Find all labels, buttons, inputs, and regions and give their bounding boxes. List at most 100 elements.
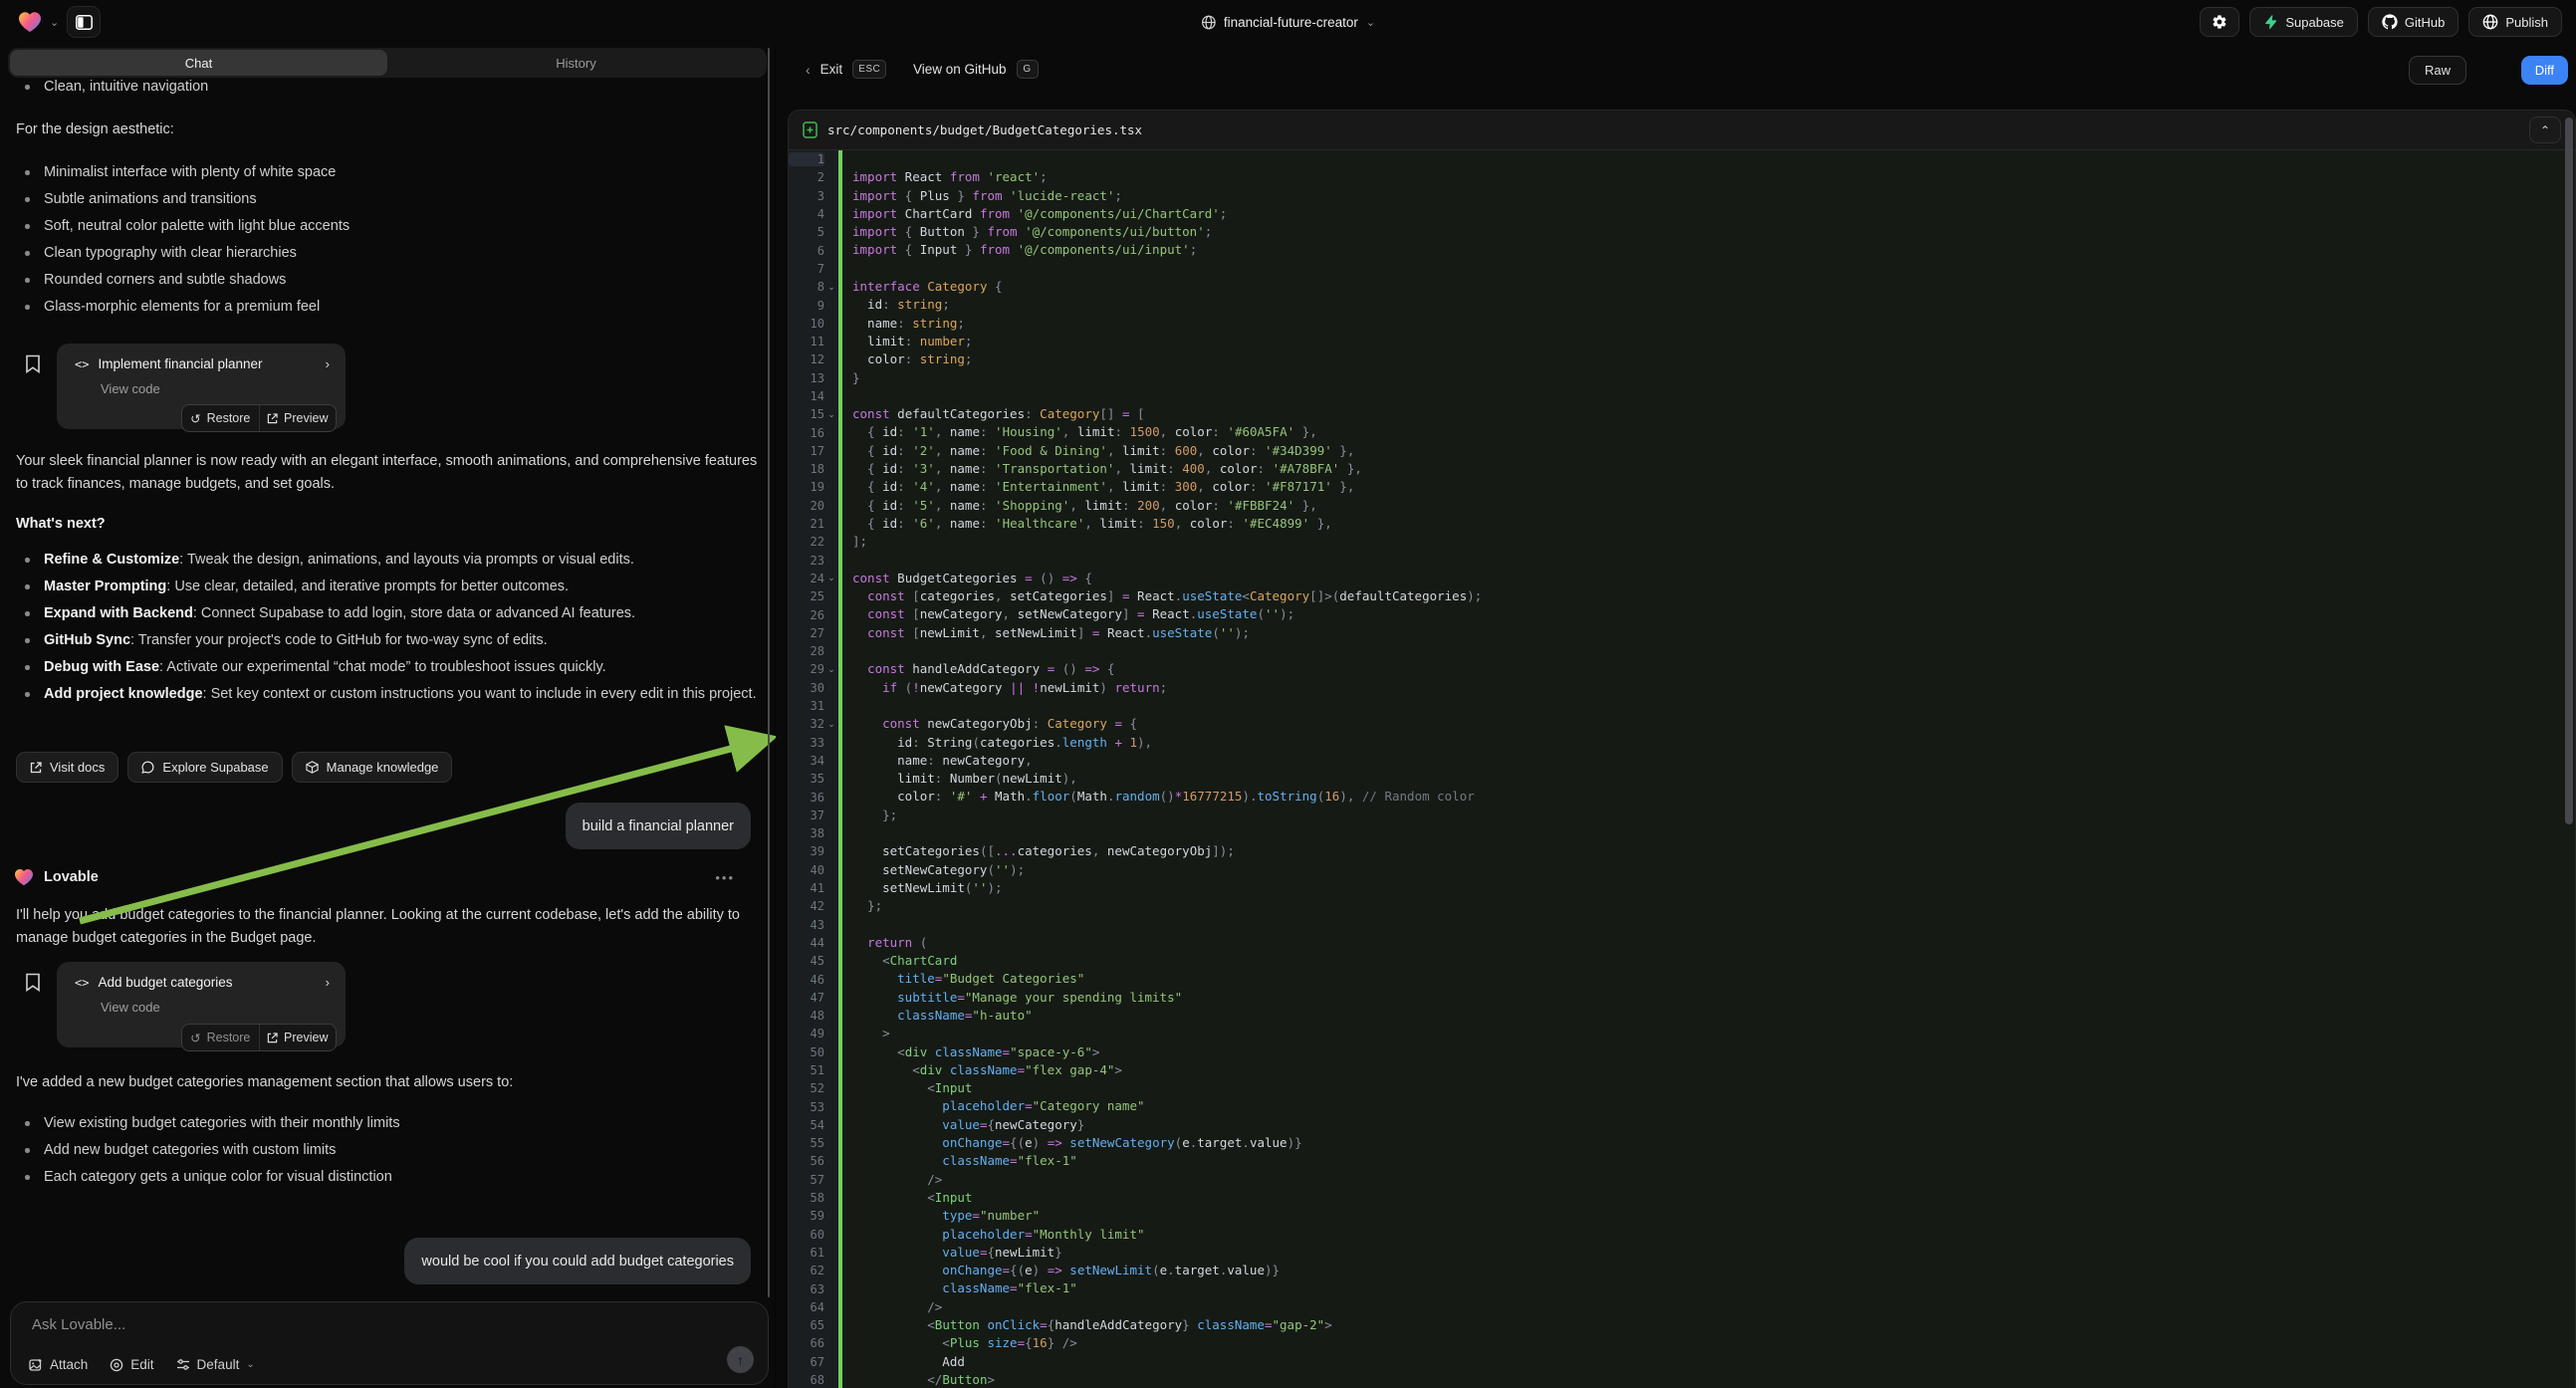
github-icon: [2382, 14, 2398, 30]
code-line: 43: [789, 915, 2575, 933]
code-line: 20 { id: '5', name: 'Shopping', limit: 2…: [789, 497, 2575, 515]
tab-chat[interactable]: Chat: [10, 50, 387, 76]
restore-preview-toolbar: ↺Restore Preview: [181, 1024, 337, 1051]
chat-scrollbar[interactable]: [768, 48, 770, 1297]
code-line: 32⌄ const newCategoryObj: Category = {: [789, 715, 2575, 733]
code-line: 57 />: [789, 1171, 2575, 1189]
code-line: 31: [789, 697, 2575, 715]
added-features-list: View existing budget categories with the…: [16, 1112, 759, 1193]
chat-composer: Attach Edit Default ⌄ ↑: [10, 1301, 769, 1385]
code-line: 49 >: [789, 1025, 2575, 1042]
view-on-github-button[interactable]: View on GitHub G: [913, 60, 1039, 79]
explore-supabase-button[interactable]: Explore Supabase: [127, 752, 282, 783]
code-line: 25 const [categories, setCategories] = R…: [789, 587, 2575, 605]
design-intro-text: For the design aesthetic:: [16, 118, 759, 141]
view-code-link[interactable]: View code: [101, 381, 330, 396]
tab-history[interactable]: History: [387, 50, 765, 76]
restore-icon: ↺: [190, 1031, 200, 1045]
fold-chevron-icon: ⌄: [824, 282, 838, 293]
code-line: 39 setCategories([...categories, newCate…: [789, 842, 2575, 860]
lovable-logo-heart-icon[interactable]: [18, 11, 42, 33]
bookmark-icon[interactable]: [25, 973, 41, 992]
code-view-toolbar: ‹ Exit ESC View on GitHub G Raw Diff: [776, 44, 2576, 106]
scrollback-bullet-list: Clean, intuitive navigation: [16, 76, 759, 103]
chat-input[interactable]: [32, 1316, 629, 1333]
raw-toggle-button[interactable]: Raw: [2409, 56, 2466, 85]
code-line: 19 { id: '4', name: 'Entertainment', lim…: [789, 478, 2575, 496]
code-line: 53 placeholder="Category name": [789, 1097, 2575, 1115]
diff-toggle-button[interactable]: Diff: [2521, 56, 2568, 85]
file-added-icon: [803, 121, 818, 138]
code-line: 46 title="Budget Categories": [789, 970, 2575, 988]
whats-next-heading: What's next?: [16, 516, 106, 532]
code-line: 34 name: newCategory,: [789, 752, 2575, 770]
code-line: 30 if (!newCategory || !newLimit) return…: [789, 679, 2575, 697]
list-item: Master Prompting: Use clear, detailed, a…: [16, 576, 759, 598]
project-switcher[interactable]: financial-future-creator ⌄: [1201, 0, 1375, 44]
code-line: 1: [789, 150, 2575, 168]
code-line: 47 subtitle="Manage your spending limits…: [789, 989, 2575, 1007]
user-message-bubble: would be cool if you could add budget ca…: [404, 1238, 751, 1284]
code-editor-diff[interactable]: 12import React from 'react';3import { Pl…: [789, 150, 2575, 1388]
send-button[interactable]: ↑: [727, 1346, 754, 1373]
external-link-icon: [267, 1033, 278, 1043]
code-line: 16 { id: '1', name: 'Housing', limit: 15…: [789, 423, 2575, 441]
sliders-icon: [176, 1358, 190, 1371]
code-line: 10 name: string;: [789, 315, 2575, 333]
code-line: 64 />: [789, 1298, 2575, 1316]
code-line: 59 type="number": [789, 1207, 2575, 1225]
publish-button[interactable]: Publish: [2468, 7, 2562, 37]
edit-mode-button[interactable]: Edit: [110, 1357, 153, 1372]
manage-knowledge-button[interactable]: Manage knowledge: [292, 752, 453, 783]
code-line: 3import { Plus } from 'lucide-react';: [789, 187, 2575, 205]
project-chevron-down-icon: ⌄: [1366, 16, 1375, 29]
attach-button[interactable]: Attach: [29, 1357, 88, 1372]
code-line: 5import { Button } from '@/components/ui…: [789, 223, 2575, 241]
list-item: Minimalist interface with plenty of whit…: [16, 161, 759, 184]
message-more-menu[interactable]: •••: [715, 870, 735, 885]
preview-button[interactable]: Preview: [259, 1025, 337, 1050]
code-line: 8⌄interface Category {: [789, 278, 2575, 296]
user-message-bubble: build a financial planner: [566, 803, 751, 849]
target-circle-icon: [110, 1358, 123, 1372]
code-line: 58 <Input: [789, 1189, 2575, 1207]
list-item: Refine & Customize: Tweak the design, an…: [16, 549, 759, 572]
exit-button[interactable]: ‹ Exit ESC: [806, 60, 886, 79]
github-button[interactable]: GitHub: [2368, 7, 2459, 37]
project-title: financial-future-creator: [1224, 15, 1358, 30]
bookmark-icon[interactable]: [25, 354, 41, 373]
code-line: 6import { Input } from '@/components/ui/…: [789, 241, 2575, 259]
supabase-button[interactable]: Supabase: [2249, 7, 2358, 37]
gear-icon: [2212, 14, 2227, 30]
whats-next-list: Refine & Customize: Tweak the design, an…: [16, 549, 759, 710]
file-header[interactable]: src/components/budget/BudgetCategories.t…: [789, 111, 2575, 150]
list-item: Glass-morphic elements for a premium fee…: [16, 296, 759, 319]
code-line: 45 <ChartCard: [789, 952, 2575, 970]
code-line: 63 className="flex-1": [789, 1279, 2575, 1297]
collapse-file-button[interactable]: ⌃: [2529, 116, 2561, 143]
view-code-link[interactable]: View code: [101, 1000, 330, 1015]
settings-button[interactable]: [2200, 7, 2239, 37]
code-line: 29⌄ const handleAddCategory = () => {: [789, 660, 2575, 678]
restore-button[interactable]: ↺Restore: [182, 1025, 259, 1050]
assistant-summary-text: Your sleek financial planner is now read…: [16, 450, 759, 496]
list-item: Add project knowledge: Set key context o…: [16, 683, 759, 706]
visit-docs-button[interactable]: Visit docs: [16, 752, 118, 783]
logo-chevron-down-icon[interactable]: ⌄: [50, 16, 59, 29]
code-line: 24⌄const BudgetCategories = () => {: [789, 570, 2575, 587]
assistant-reply-text: I'll help you add budget categories to t…: [16, 904, 759, 950]
design-bullet-list: Minimalist interface with plenty of whit…: [16, 161, 759, 323]
restore-button[interactable]: ↺Restore: [182, 405, 259, 431]
code-line: 17 { id: '2', name: 'Food & Dining', lim…: [789, 442, 2575, 460]
package-icon: [306, 761, 319, 774]
code-scrollbar[interactable]: [2565, 117, 2573, 824]
code-line: 40 setNewCategory('');: [789, 861, 2575, 879]
code-line: 65 <Button onClick={handleAddCategory} c…: [789, 1316, 2575, 1334]
list-item: Rounded corners and subtle shadows: [16, 269, 759, 292]
toggle-sidebar-button[interactable]: [67, 6, 101, 38]
list-item: Clean typography with clear hierarchies: [16, 242, 759, 265]
lovable-heart-icon: [14, 868, 34, 886]
preview-button[interactable]: Preview: [259, 405, 337, 431]
model-default-dropdown[interactable]: Default ⌄: [176, 1357, 255, 1372]
list-item: Add new budget categories with custom li…: [16, 1139, 759, 1162]
